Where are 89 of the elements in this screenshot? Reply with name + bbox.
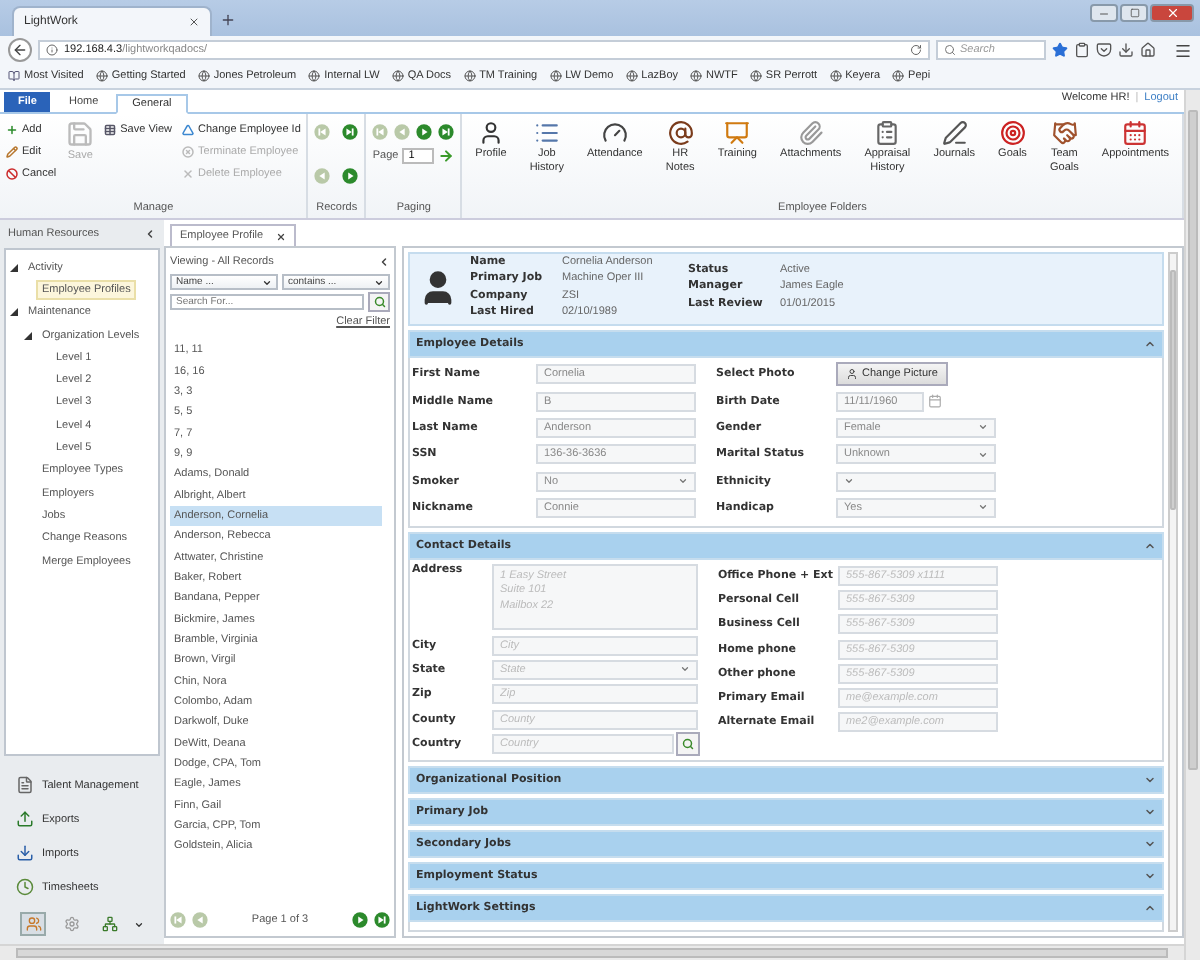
globe-icon [463,70,476,82]
clipboard-icon [1074,42,1090,58]
close-button[interactable] [1150,4,1194,22]
maximize-button[interactable] [1120,4,1148,22]
book-icon [8,70,20,82]
globe-icon [749,70,762,82]
plus-icon [6,123,18,135]
search-button[interactable] [676,731,700,756]
caret-icon [134,919,144,929]
globe-icon [95,70,108,82]
globe-icon [197,70,210,82]
maximize-icon [1129,8,1139,18]
x-icon [182,167,195,179]
ban-icon [6,167,18,179]
paperclip-icon [797,120,824,146]
board-icon [724,120,751,146]
calendar-icon [1122,120,1149,146]
people-icon [25,916,41,932]
close-icon [1165,6,1179,20]
table-icon [104,123,117,135]
minimize-button[interactable] [1090,4,1118,22]
go-arrow-icon [438,148,455,164]
gauge-icon [601,120,628,146]
forward-button[interactable] [373,912,390,928]
forward-button[interactable] [342,124,359,140]
caret-icon [374,277,384,287]
tree-toggle-icon[interactable] [10,308,18,317]
search-icon [944,44,956,56]
forward-button[interactable] [438,124,455,140]
new-tab-icon [220,12,236,28]
person-icon [846,368,858,381]
search-icon [373,296,385,308]
calendar-icon [928,394,942,409]
close-icon [275,231,286,241]
floppy-icon [66,120,95,148]
scrollbar[interactable] [1168,252,1178,932]
caret-icon [978,422,988,433]
search-icon [682,737,694,750]
forward-button[interactable] [342,167,359,183]
person-icon [477,120,504,146]
circle-x-icon [182,145,195,157]
tree-toggle-icon[interactable] [10,263,18,272]
search-button[interactable] [368,292,390,312]
pocket-icon [1096,42,1112,58]
clock-icon [16,878,34,896]
star-icon [1052,42,1068,58]
list-icon [533,120,560,146]
handshake-icon [1051,120,1078,146]
clipboard-icon [874,120,901,146]
globe-icon [549,70,562,82]
minimize-icon [1098,7,1110,19]
tree-toggle-icon[interactable] [24,331,32,340]
menu-icon [1174,41,1192,59]
pencil-icon [6,145,18,157]
scrollbar[interactable] [1184,90,1200,960]
document-icon [16,776,34,794]
caret-icon [978,502,988,513]
forward-button[interactable] [351,912,368,928]
globe-icon [308,70,321,82]
gear-icon [63,916,79,932]
at-sign-icon [667,120,694,146]
caret-icon [262,277,272,287]
caret-icon [978,449,988,460]
close-icon [188,16,200,28]
caret-icon [678,476,688,487]
globe-icon [391,70,404,82]
export-icon [16,810,34,828]
panel-switch-button[interactable] [20,912,46,936]
back-button[interactable] [8,38,32,62]
scrollbar[interactable] [0,944,1184,960]
forward-button[interactable] [416,124,433,140]
download-icon [1118,42,1134,58]
collapse-icon [144,227,156,239]
back-arrow-icon [12,42,28,58]
home-icon [1140,42,1156,58]
caret-icon [680,664,690,675]
info-icon [46,44,58,56]
collapse-icon [378,256,390,268]
reload-icon [910,44,922,56]
triangle-icon [182,123,195,135]
target-icon [999,120,1026,146]
pen-icon [941,120,968,146]
globe-icon [892,70,905,82]
hierarchy-icon [101,916,117,932]
globe-icon [829,70,842,82]
globe-icon [690,70,703,82]
caret-icon [844,476,854,487]
globe-icon [625,70,638,82]
import-icon [16,844,34,862]
